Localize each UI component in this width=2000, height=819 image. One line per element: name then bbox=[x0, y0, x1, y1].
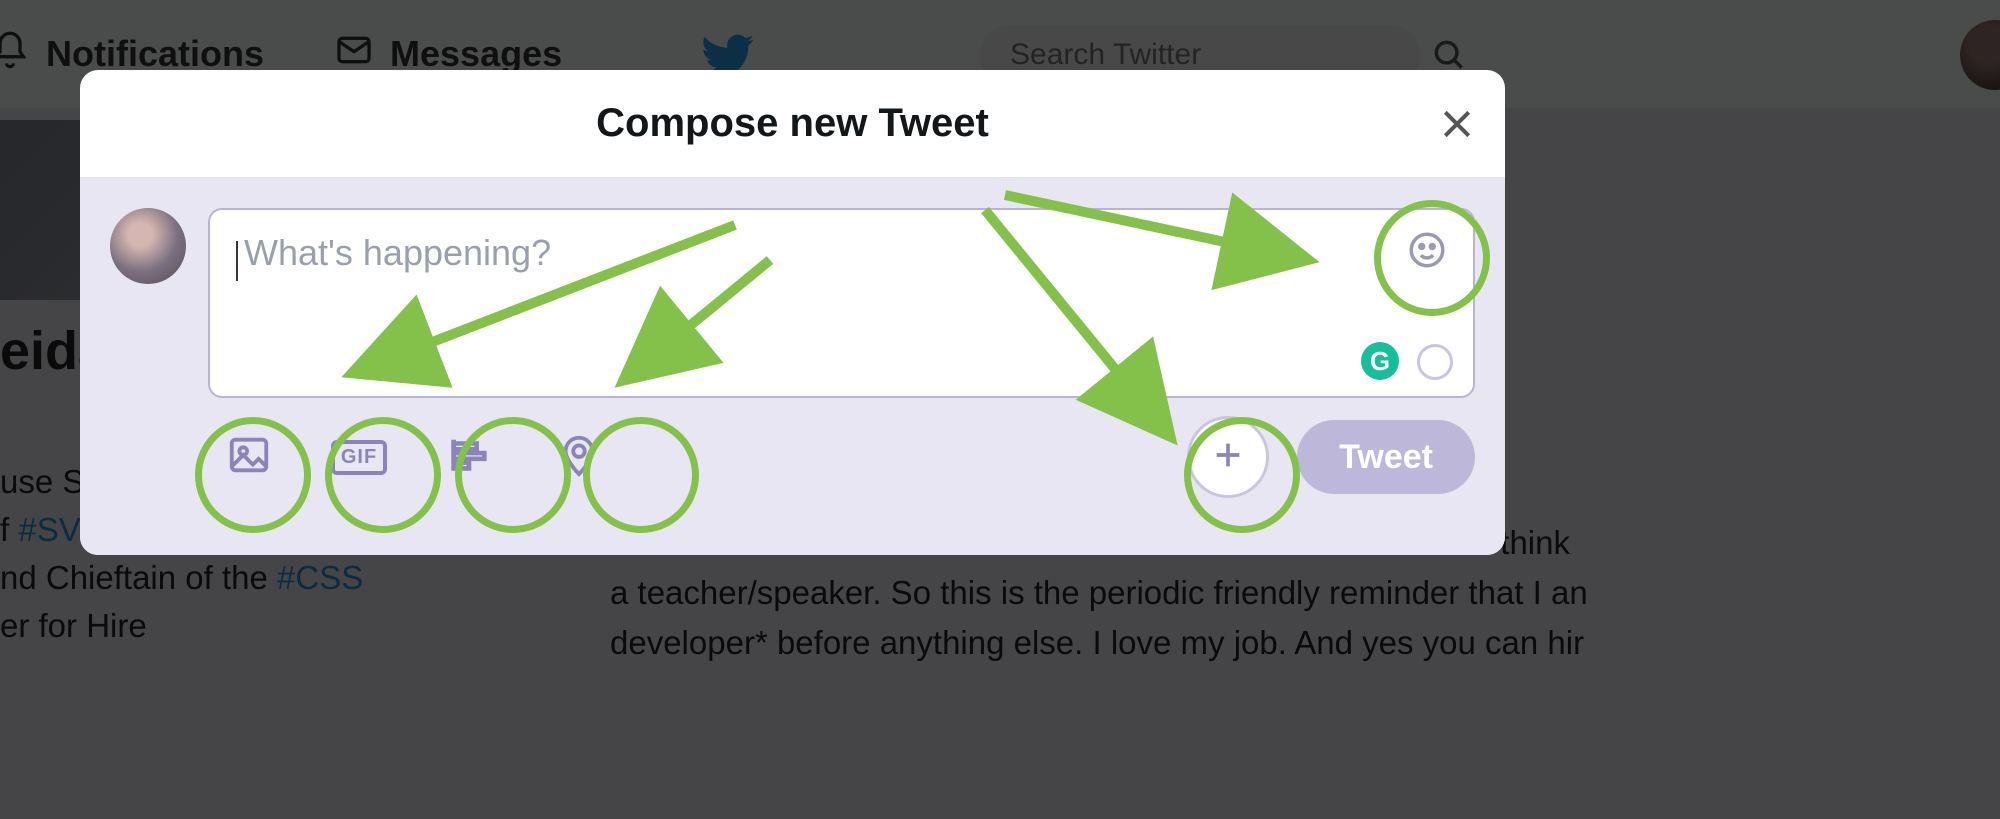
plus-icon bbox=[1211, 438, 1245, 477]
add-gif-button[interactable]: GIF bbox=[318, 416, 400, 498]
add-image-button[interactable] bbox=[208, 416, 290, 498]
tweet-textarea[interactable]: What's happening? G bbox=[208, 208, 1475, 398]
composer-avatar[interactable] bbox=[110, 208, 186, 284]
grammarly-icon: G bbox=[1370, 346, 1390, 377]
emoji-button[interactable] bbox=[1399, 224, 1455, 280]
text-caret bbox=[236, 241, 238, 281]
modal-header: Compose new Tweet bbox=[80, 70, 1505, 178]
character-count-ring bbox=[1417, 344, 1453, 380]
tweet-placeholder: What's happening? bbox=[244, 232, 551, 273]
image-icon bbox=[226, 432, 272, 483]
add-another-tweet-button[interactable] bbox=[1187, 416, 1269, 498]
modal-body: What's happening? G GIF bbox=[80, 178, 1505, 555]
close-icon bbox=[1437, 131, 1477, 148]
gif-icon: GIF bbox=[331, 440, 387, 475]
modal-title: Compose new Tweet bbox=[596, 101, 989, 146]
close-button[interactable] bbox=[1437, 104, 1477, 149]
poll-icon bbox=[446, 432, 492, 483]
compose-tweet-modal: Compose new Tweet What's happening? G bbox=[80, 70, 1505, 555]
add-location-button[interactable] bbox=[538, 416, 620, 498]
tweet-button-label: Tweet bbox=[1339, 438, 1433, 477]
location-icon bbox=[556, 432, 602, 483]
grammarly-badge[interactable]: G bbox=[1361, 342, 1399, 380]
tweet-button[interactable]: Tweet bbox=[1297, 420, 1475, 494]
smiley-icon bbox=[1406, 229, 1448, 276]
add-poll-button[interactable] bbox=[428, 416, 510, 498]
compose-toolbar: GIF Tweet bbox=[208, 416, 1475, 498]
